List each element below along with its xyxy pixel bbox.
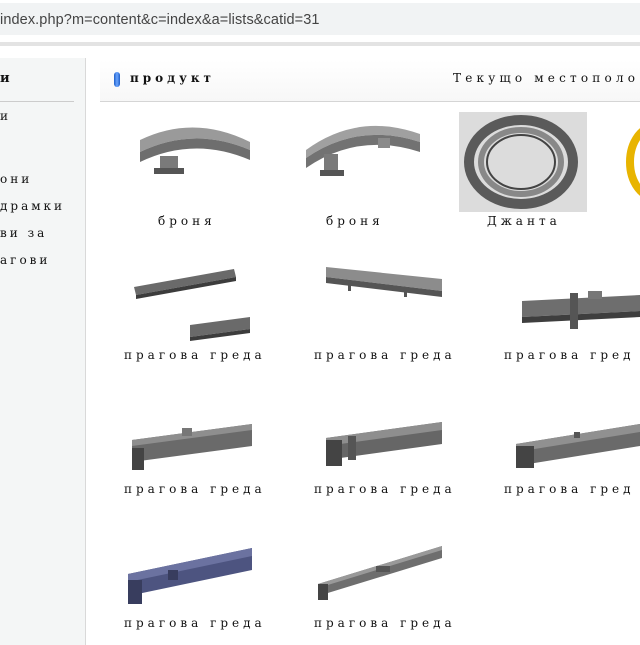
category-sidebar: и и они драмки ви за агови [0, 58, 86, 645]
sidebar-item-1[interactable]: и [0, 109, 11, 123]
product-caption: прагова греда [314, 482, 456, 496]
sill-beam-image [134, 269, 250, 341]
sill-beam-image [318, 546, 442, 600]
product-item[interactable]: прагова греда [124, 255, 274, 367]
product-item[interactable]: прагова гред [504, 388, 640, 500]
gold-part-image [626, 128, 640, 196]
sidebar-title: и [0, 71, 14, 86]
product-caption: прагова греда [314, 616, 456, 630]
address-bar[interactable]: index.php?m=content&c=index&a=lists&cati… [0, 3, 640, 35]
sill-beam-image [522, 291, 640, 329]
product-item[interactable]: прагова греда [314, 388, 464, 500]
product-item[interactable]: броня [124, 112, 254, 232]
address-text[interactable]: index.php?m=content&c=index&a=lists&cati… [0, 12, 320, 28]
product-caption: прагова гред [504, 482, 635, 496]
product-caption: броня [326, 214, 384, 228]
section-marker-icon [114, 72, 120, 87]
content-header: продукт Текущо местополо [100, 60, 640, 102]
product-caption: прагова гред [504, 348, 635, 362]
sidebar-divider [0, 101, 74, 102]
armor-segment-image [140, 127, 250, 174]
sidebar-item-4[interactable]: ви за [0, 226, 47, 240]
product-caption: прагова греда [124, 616, 266, 630]
sidebar-item-3[interactable]: драмки [0, 199, 65, 213]
product-item[interactable]: прагова греда [314, 522, 464, 634]
product-item[interactable]: прагова греда [314, 255, 464, 367]
product-caption: броня [158, 214, 216, 228]
sill-beam-image [326, 267, 442, 297]
sidebar-item-5[interactable]: агови [0, 253, 50, 267]
browser-toolbar: index.php?m=content&c=index&a=lists&cati… [0, 0, 640, 38]
rim-image [459, 112, 587, 212]
product-caption: прагова греда [314, 348, 456, 362]
product-item[interactable]: прагова греда [124, 388, 274, 500]
sidebar-item-2[interactable]: они [0, 172, 32, 186]
product-caption: прагова греда [124, 482, 266, 496]
product-item[interactable]: прагова греда [124, 522, 274, 634]
product-item[interactable]: броня [298, 112, 428, 232]
sill-beam-image [516, 424, 640, 468]
sill-beam-image [132, 424, 252, 470]
toolbar-divider [0, 42, 640, 46]
product-caption: Джанта [487, 214, 561, 228]
sill-beam-image [326, 422, 442, 466]
product-item[interactable]: Джанта [459, 112, 589, 232]
product-item[interactable] [626, 112, 640, 232]
product-item[interactable]: прагова гред [504, 255, 640, 367]
sill-beam-image [128, 548, 252, 604]
page-title: продукт [130, 71, 215, 85]
armor-segment-image [306, 125, 420, 176]
breadcrumb-label: Текущо местополо [453, 71, 640, 85]
product-caption: прагова греда [124, 348, 266, 362]
